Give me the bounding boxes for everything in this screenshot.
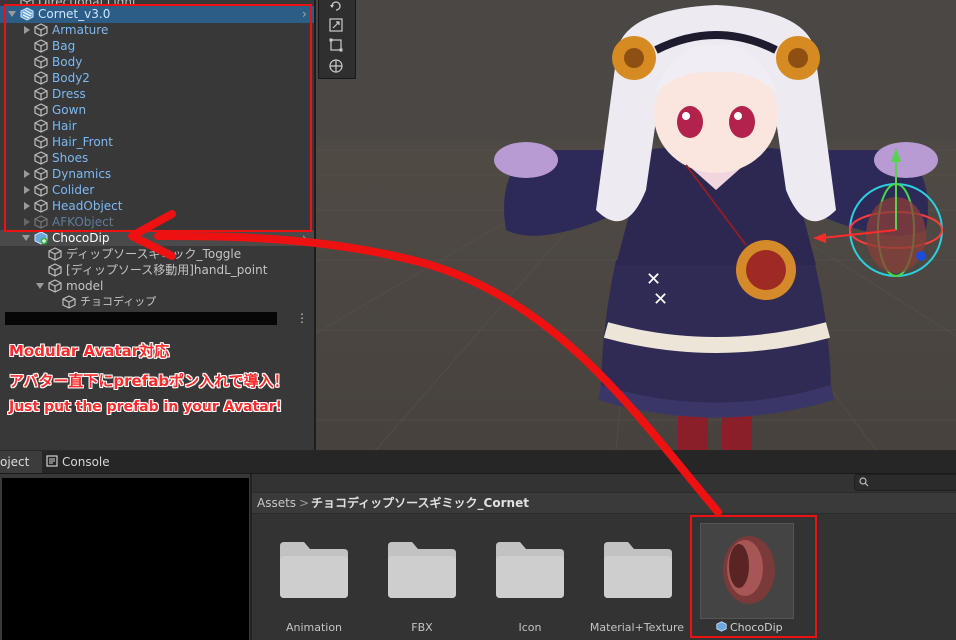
- svg-text:✕: ✕: [653, 289, 668, 310]
- tab-console[interactable]: Console: [46, 451, 110, 473]
- scene-view[interactable]: ✕ ✕: [316, 0, 956, 450]
- hierarchy-row-model[interactable]: model: [0, 278, 314, 294]
- rotate-icon[interactable]: [327, 0, 345, 16]
- folder-icon[interactable]: [494, 540, 566, 600]
- gameobject-icon: [48, 279, 62, 293]
- hierarchy-row-label: model: [66, 279, 104, 293]
- scene-toolbar: [318, 0, 356, 79]
- scene-render: ✕ ✕: [316, 5, 956, 450]
- folder-icon[interactable]: [278, 540, 350, 600]
- hierarchy-search-bar[interactable]: [5, 312, 277, 325]
- hierarchy-row-label: チョコディップ: [80, 295, 157, 308]
- hierarchy-row-label: ChocoDip: [52, 231, 110, 245]
- highlight-box-prefab: [690, 515, 817, 638]
- project-tree-redacted: [2, 478, 249, 640]
- tab-project-label: oject: [0, 455, 30, 469]
- folder-icon[interactable]: [386, 540, 458, 600]
- scale-icon[interactable]: [327, 18, 345, 34]
- asset-label-fbx[interactable]: FBX: [372, 621, 472, 634]
- breadcrumb-separator: >: [299, 496, 310, 510]
- highlight-box-hierarchy: [4, 4, 312, 232]
- console-icon: [46, 455, 58, 467]
- asset-label-icon[interactable]: Icon: [480, 621, 580, 634]
- open-prefab-arrow-icon[interactable]: ›: [302, 230, 307, 246]
- gameobject-icon: [48, 247, 62, 261]
- annotation-line-3: Just put the prefab in your Avatar!: [9, 399, 282, 415]
- hierarchy-row-label: [ディップソース移動用]handL_point: [66, 263, 268, 277]
- hierarchy-row-toggle[interactable]: ディップソースギミック_Toggle: [0, 246, 314, 262]
- transform-icon[interactable]: [327, 58, 345, 74]
- gameobject-icon: [62, 295, 76, 309]
- expand-arrow-icon[interactable]: [22, 235, 30, 241]
- hierarchy-row-handl-point[interactable]: [ディップソース移動用]handL_point: [0, 262, 314, 278]
- annotation-line-1: Modular Avatar対応: [9, 342, 170, 360]
- gameobject-icon: [48, 263, 62, 277]
- hierarchy-row-label: ディップソースギミック_Toggle: [66, 247, 242, 261]
- expand-arrow-icon[interactable]: [36, 283, 44, 289]
- tab-project[interactable]: oject: [0, 451, 42, 473]
- rect-icon[interactable]: [327, 38, 345, 54]
- asset-label-material-texture[interactable]: Material+Texture: [587, 621, 687, 634]
- breadcrumb-assets[interactable]: Assets: [257, 493, 296, 513]
- annotation-line-2: アバター直下にprefabポン入れで導入！: [9, 372, 289, 390]
- svg-text:✕: ✕: [646, 269, 661, 290]
- asset-label-animation[interactable]: Animation: [264, 621, 364, 634]
- hierarchy-row-chocodip-mesh[interactable]: チョコディップ: [0, 294, 314, 310]
- project-search-input[interactable]: [854, 474, 956, 491]
- breadcrumb: Assets > チョコディップソースギミック_Cornet: [252, 492, 956, 514]
- bottom-tab-bar: oject Console: [0, 451, 956, 474]
- breadcrumb-current-folder[interactable]: チョコディップソースギミック_Cornet: [311, 493, 529, 513]
- folder-icon[interactable]: [602, 540, 674, 600]
- tab-console-label: Console: [62, 455, 110, 469]
- more-options-icon[interactable]: ⋮: [296, 311, 308, 327]
- search-icon: [859, 477, 869, 487]
- hierarchy-row-chocodip[interactable]: ChocoDip ›: [0, 230, 314, 246]
- prefab-added-icon: [34, 231, 48, 245]
- hierarchy-panel: Directional Light Cornet_v3.0 › Armature…: [0, 0, 314, 450]
